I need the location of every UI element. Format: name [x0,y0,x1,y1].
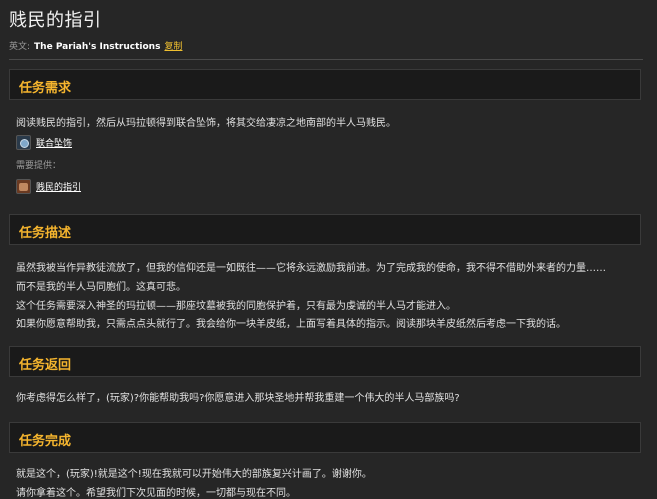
english-name-row: 英文: The Pariah's Instructions 复制 [9,39,182,52]
required-item[interactable]: 联合坠饰 [16,134,72,150]
complete-heading: 任务完成 [19,434,72,449]
description-line: 这个任务需要深入神圣的玛拉顿——那座坟墓被我的同胞保护着，只有最为虔诚的半人马才… [16,301,456,312]
requirements-heading: 任务需求 [19,81,72,96]
complete-line: 请你拿着这个。希望我们下次见面的时候，一切都与现在不同。 [16,488,296,499]
return-heading: 任务返回 [19,358,72,373]
provided-item[interactable]: 贱民的指引 [16,178,81,194]
scroll-icon [16,178,31,194]
page-title: 贱民的指引 [9,10,102,31]
description-line: 如果你愿意帮助我，只需点点头就行了。我会给你一块羊皮纸，上面写着具体的指示。阅读… [16,319,566,330]
complete-header: 任务完成 [9,422,641,453]
return-header: 任务返回 [9,346,641,377]
seal-icon [16,134,31,150]
provided-label: 需要提供： [16,161,62,171]
provided-item-link[interactable]: 贱民的指引 [36,180,81,193]
required-item-link[interactable]: 联合坠饰 [36,136,72,149]
requirements-header: 任务需求 [9,69,641,100]
title-divider [9,59,643,60]
complete-line: 就是这个，(玩家)!就是这个!现在我就可以开始伟大的部族复兴计画了。谢谢你。 [16,469,372,480]
description-header: 任务描述 [9,214,641,245]
requirements-text: 阅读贱民的指引，然后从玛拉顿得到联合坠饰，将其交给凄凉之地南部的半人马贱民。 [16,118,396,129]
return-text: 你考虑得怎么样了，(玩家)?你能帮助我吗?你愿意进入那块圣地并帮我重建一个伟大的… [16,393,460,404]
english-label: 英文: [9,42,31,52]
copy-link[interactable]: 复制 [164,42,182,52]
english-name: The Pariah's Instructions [34,42,161,52]
description-line: 虽然我被当作异教徒流放了，但我的信仰还是一如既往——它将永远激励我前进。为了完成… [16,263,606,274]
description-line: 而不是我的半人马同胞们。这真可悲。 [16,282,186,293]
description-heading: 任务描述 [19,226,72,241]
